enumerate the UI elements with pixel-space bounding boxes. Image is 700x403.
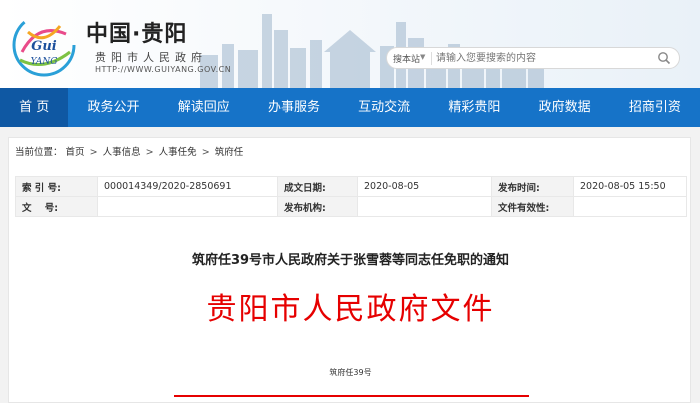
nav-item-government-affairs[interactable]: 政务公开: [68, 88, 158, 127]
breadcrumb-prefix: 当前位置：: [15, 147, 63, 158]
org-label: 发布机构:: [277, 196, 358, 217]
nav-item-home[interactable]: 首 页: [0, 88, 69, 127]
doc-no-label: 文 号:: [15, 196, 98, 217]
nav-item-interpretation[interactable]: 解读回应: [159, 88, 249, 127]
table-row: 索 引 号: 000014349/2020-2850691 成文日期: 2020…: [15, 176, 687, 197]
document-meta-table: 索 引 号: 000014349/2020-2850691 成文日期: 2020…: [15, 176, 687, 217]
index-label: 索 引 号:: [15, 176, 98, 197]
publish-time-label: 发布时间:: [491, 176, 574, 197]
breadcrumb-personnel-info[interactable]: 人事信息: [103, 147, 141, 158]
search-icon[interactable]: [657, 51, 671, 65]
breadcrumb-home[interactable]: 首页: [66, 147, 85, 158]
doc-no-value: [97, 196, 278, 217]
search-input[interactable]: [436, 50, 636, 66]
date-value: 2020-08-05: [357, 176, 492, 197]
article-panel: 当前位置： 首页 > 人事信息 > 人事任免 > 筑府任 索 引 号: 0000…: [8, 137, 691, 403]
chevron-down-icon[interactable]: ▼: [420, 53, 425, 61]
nav-item-government-data[interactable]: 政府数据: [520, 88, 610, 127]
site-url: HTTP://WWW.GUIYANG.GOV.CN: [95, 65, 232, 74]
date-label: 成文日期:: [277, 176, 358, 197]
site-subtitle: 贵阳市人民政府: [95, 51, 207, 64]
search-scope-select[interactable]: 搜本站: [393, 52, 420, 65]
content-area: 当前位置： 首页 > 人事信息 > 人事任免 > 筑府任 索 引 号: 0000…: [0, 127, 700, 403]
validity-value: [573, 196, 687, 217]
breadcrumb-appointments[interactable]: 人事任免: [159, 147, 197, 158]
document-red-header: 贵阳市人民政府文件: [206, 292, 495, 327]
search-divider: [431, 52, 432, 65]
nav-item-interaction[interactable]: 互动交流: [339, 88, 429, 127]
document-title: 筑府任39号市人民政府关于张雪蓉等同志任免职的通知: [191, 253, 510, 268]
nav-item-investment[interactable]: 招商引资: [610, 88, 700, 127]
breadcrumb-zhufuren[interactable]: 筑府任: [215, 147, 244, 158]
document-number: 筑府任39号: [329, 368, 372, 377]
index-value: 000014349/2020-2850691: [97, 176, 278, 197]
site-title: 中国·贵阳: [86, 22, 188, 47]
city-skyline-banner: [200, 14, 544, 88]
site-header: Gui YANG 中国·贵阳 贵阳市人民政府 HTTP://WWW.GUIYAN…: [0, 0, 700, 88]
org-value: [357, 196, 492, 217]
svg-text:YANG: YANG: [31, 57, 58, 67]
main-nav: 首 页 政务公开 解读回应 办事服务 互动交流 精彩贵阳 政府数据 招商引资: [0, 88, 700, 127]
guiyang-logo[interactable]: Gui YANG: [8, 12, 80, 78]
breadcrumb-separator: >: [145, 147, 154, 158]
nav-item-wonderful-guiyang[interactable]: 精彩贵阳: [429, 88, 519, 127]
red-divider-line: [174, 395, 529, 397]
nav-item-services[interactable]: 办事服务: [249, 88, 339, 127]
breadcrumb-separator: >: [89, 147, 98, 158]
breadcrumb: 当前位置： 首页 > 人事信息 > 人事任免 > 筑府任: [15, 142, 243, 164]
validity-label: 文件有效性:: [491, 196, 574, 217]
breadcrumb-separator: >: [201, 147, 210, 158]
publish-time-value: 2020-08-05 15:50: [573, 176, 687, 197]
search-box: 搜本站 ▼: [386, 47, 680, 69]
table-row: 文 号: 发布机构: 文件有效性:: [15, 196, 687, 217]
svg-text:Gui: Gui: [31, 39, 57, 54]
